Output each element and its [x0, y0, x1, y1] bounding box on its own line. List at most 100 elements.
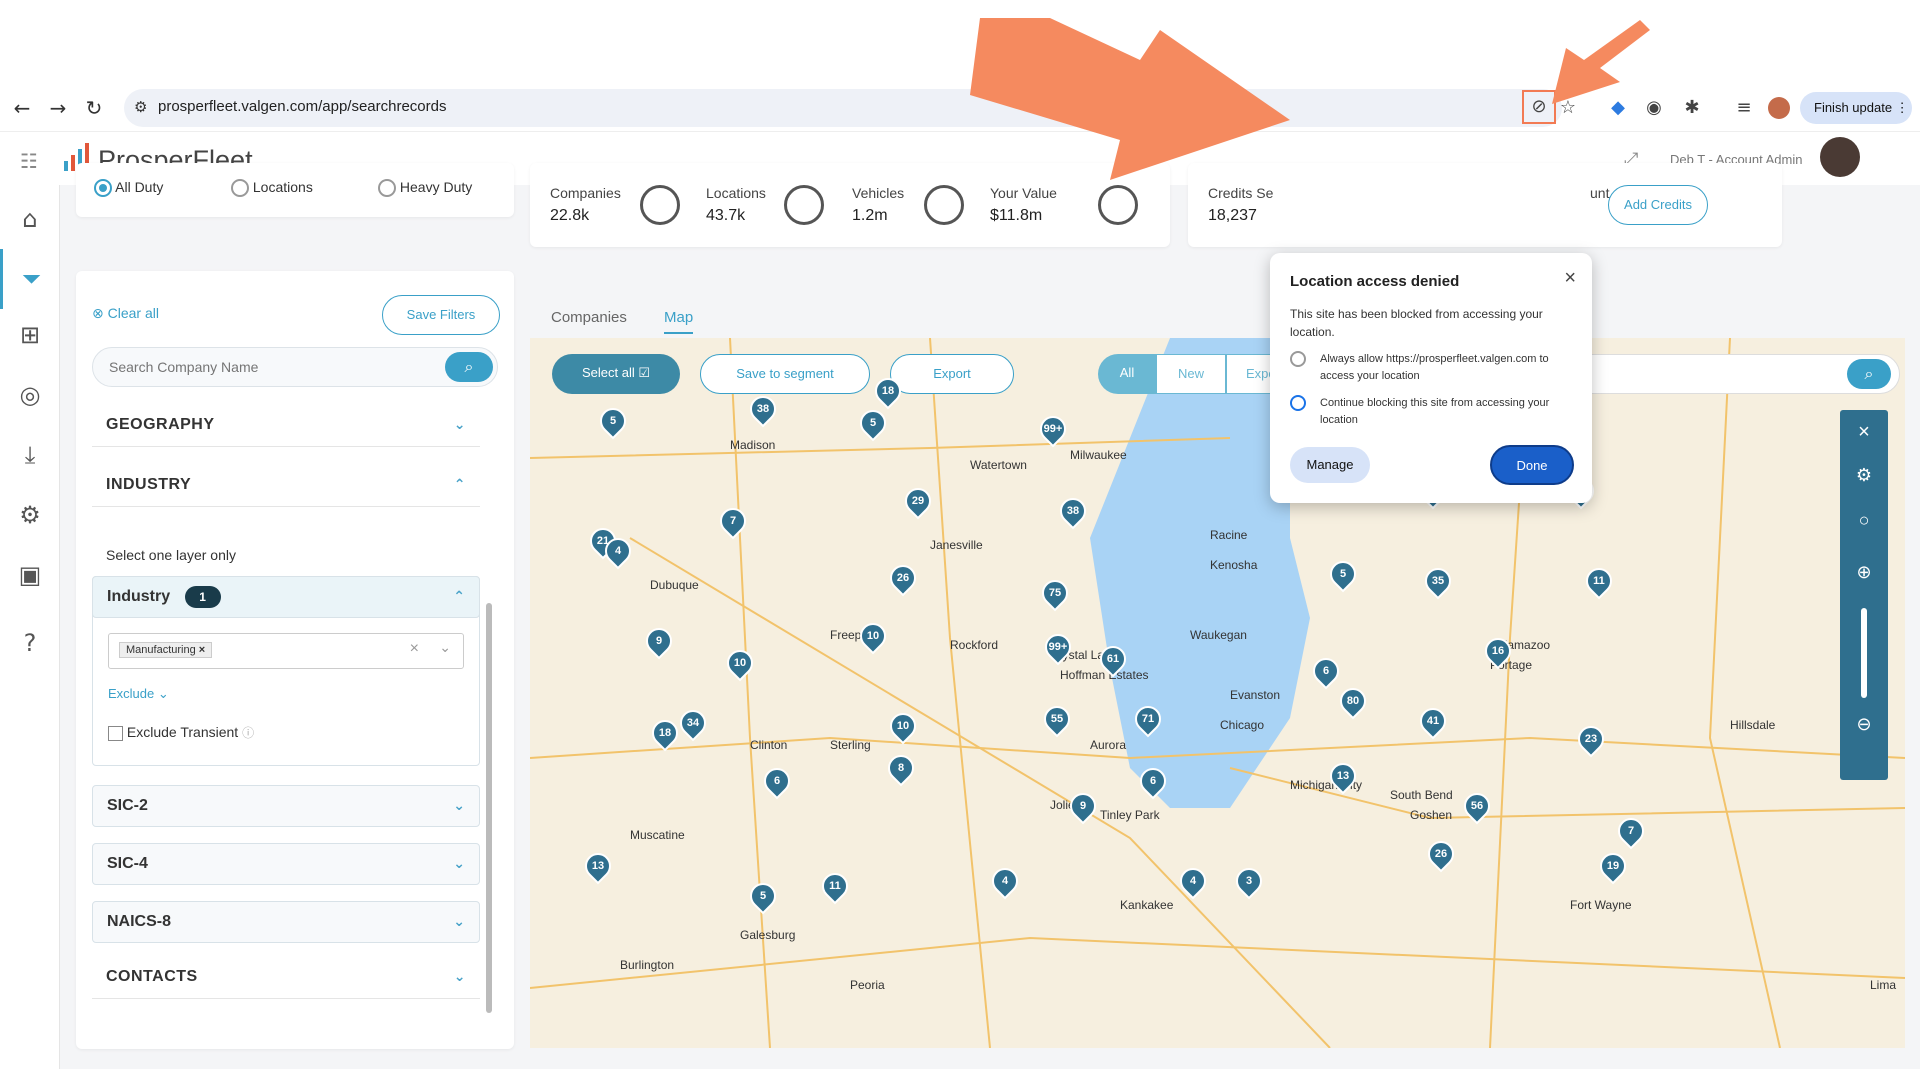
filter-icon[interactable]: ⏷ [0, 249, 60, 309]
exclude-transient[interactable]: Exclude Transient ⓘ [108, 724, 254, 741]
geography-section[interactable]: GEOGRAPHY ⌄ [92, 403, 480, 447]
pin-count: 11 [829, 880, 841, 892]
radio-icon [1290, 351, 1306, 367]
clear-all-button[interactable]: ⊗ Clear all [92, 305, 159, 322]
contacts-icon[interactable]: ▣ [0, 545, 60, 605]
info-icon: ⓘ [242, 726, 255, 740]
city-label: Galesburg [740, 928, 796, 942]
pin-count: 6 [773, 775, 781, 787]
zoom-out-icon[interactable]: ⊖ [1840, 702, 1888, 746]
stat-label: Your Value [990, 185, 1057, 201]
help-icon[interactable]: ? [0, 613, 60, 673]
search-icon[interactable]: ⌕ [1847, 359, 1891, 389]
finish-update-button[interactable]: Finish update ⋮ [1800, 92, 1912, 124]
forward-icon[interactable]: → [46, 96, 70, 120]
industry-count-badge: 1 [184, 586, 221, 608]
pin-count: 29 [911, 495, 925, 507]
tab-companies[interactable]: Companies [551, 309, 627, 326]
settings-icon[interactable]: ⚙ [1840, 454, 1888, 498]
pin-count: 5 [1339, 568, 1347, 580]
annotation-arrows [970, 18, 1650, 180]
site-info-icon[interactable]: ⚙ [134, 98, 147, 116]
settings-icon[interactable]: ⚙ [0, 485, 60, 545]
remove-chip-icon[interactable]: × [199, 644, 205, 656]
pin-count: 26 [896, 572, 910, 584]
media-icon[interactable]: ≡ [1732, 96, 1756, 120]
manage-button[interactable]: Manage [1290, 447, 1370, 483]
credits-label: Credits Se [1208, 185, 1274, 201]
stat-value: 1.2m [852, 207, 888, 224]
pin-count: 61 [1106, 653, 1120, 665]
industry-subheader[interactable]: Industry 1 ⌃ [92, 576, 480, 618]
stat-ring [640, 185, 680, 225]
pin-count: 10 [733, 657, 747, 669]
map[interactable]: Select all ☑ Save to segment Export All … [530, 338, 1905, 1048]
download-icon[interactable]: ⤓ [0, 425, 60, 485]
contacts-section[interactable]: CONTACTS ⌄ [92, 955, 480, 999]
exclude-link[interactable]: Exclude ⌄ [108, 686, 169, 702]
save-filters-button[interactable]: Save Filters [382, 295, 500, 335]
back-icon[interactable]: ← [10, 96, 34, 120]
add-credits-button[interactable]: Add Credits [1608, 185, 1708, 225]
city-label: Hoffman Estates [1060, 668, 1149, 682]
pin-count: 11 [1593, 575, 1605, 587]
stat-value: $11.8m [990, 207, 1043, 224]
city-label: Hillsdale [1730, 718, 1776, 732]
extensions-puzzle-icon[interactable]: ✱ [1680, 96, 1704, 120]
pin-count: 34 [686, 717, 700, 729]
menu-icon[interactable]: ☷ [20, 149, 38, 173]
city-label: Peoria [850, 978, 885, 992]
tab-map[interactable]: Map [664, 309, 694, 334]
stat-label: Locations [706, 185, 766, 201]
naics8-section[interactable]: NAICS-8 ⌄ [92, 901, 480, 943]
option-block[interactable]: Continue blocking this site from accessi… [1290, 395, 1560, 429]
industry-select[interactable]: Manufacturing × × ⌄ [108, 633, 464, 669]
filter-all[interactable]: All [1098, 354, 1156, 394]
pin-count: 71 [1141, 713, 1155, 725]
zoom-in-icon[interactable]: ⊕ [1840, 542, 1888, 602]
saved-icon[interactable]: ⊞ [0, 305, 60, 365]
small-arrow [1552, 20, 1650, 104]
pin-count: 6 [1322, 665, 1330, 677]
user-avatar[interactable] [1820, 137, 1860, 177]
segment-icon[interactable]: ◎ [0, 365, 60, 425]
save-to-segment-button[interactable]: Save to segment [700, 354, 870, 394]
industry-section[interactable]: INDUSTRY ⌃ [92, 463, 480, 507]
city-label: Dubuque [650, 578, 699, 592]
chevron-up-icon: ⌃ [453, 477, 466, 493]
pin-count: 19 [1606, 860, 1620, 872]
done-button[interactable]: Done [1490, 445, 1574, 485]
clear-icon[interactable]: × [410, 640, 419, 658]
sic4-section[interactable]: SIC-4 ⌄ [92, 843, 480, 885]
circle-tool-icon[interactable]: ○ [1840, 498, 1888, 542]
search-icon[interactable]: ⌕ [445, 352, 493, 382]
reload-icon[interactable]: ↻ [82, 96, 106, 120]
duty-heavy[interactable]: Heavy Duty [378, 179, 472, 198]
pin-count: 5 [869, 417, 877, 429]
export-button[interactable]: Export [890, 354, 1014, 394]
home-icon[interactable]: ⌂ [0, 189, 60, 249]
zoom-slider[interactable] [1840, 602, 1888, 702]
filter-new[interactable]: New [1156, 354, 1226, 394]
chevron-down-icon[interactable]: ⌄ [439, 640, 451, 656]
sic2-section[interactable]: SIC-2 ⌄ [92, 785, 480, 827]
profile-avatar-icon[interactable] [1768, 97, 1790, 119]
pin-count: 18 [658, 727, 672, 739]
duty-locations[interactable]: Locations [231, 179, 313, 198]
radio-icon [231, 179, 249, 198]
select-all-button[interactable]: Select all ☑ [552, 354, 680, 394]
app: ☷ ProsperFleet ⤢ Deb T - Account Admin ⌂… [0, 133, 1920, 1069]
search-input[interactable] [93, 348, 433, 386]
left-nav: ⌂ ⏷ ⊞ ◎ ⤓ ⚙ ▣ ? [0, 185, 60, 1069]
company-search: ⌕ [92, 347, 498, 387]
pin-count: 18 [881, 385, 895, 397]
popup-title: Location access denied [1290, 273, 1460, 290]
close-icon[interactable]: × [1564, 267, 1576, 290]
pin-count: 4 [1001, 875, 1009, 887]
option-allow[interactable]: Always allow https://prosperfleet.valgen… [1290, 351, 1560, 385]
industry-chip: Manufacturing × [119, 642, 213, 658]
filter-scrollbar[interactable] [486, 603, 492, 1013]
stat-label: Vehicles [852, 185, 905, 201]
close-icon[interactable]: × [1840, 410, 1888, 454]
duty-all[interactable]: All Duty [94, 179, 163, 198]
